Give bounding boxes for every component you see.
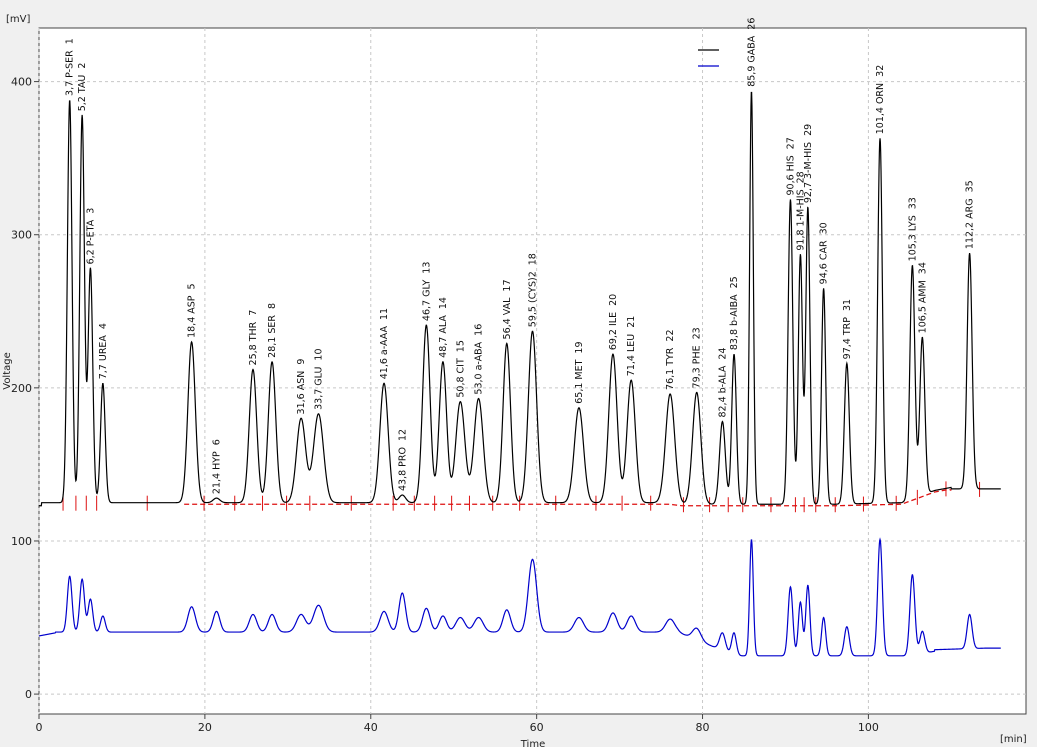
peak-label: 69,2 ILE20 (608, 294, 619, 350)
peak-label: 79,3 PHE23 (692, 327, 703, 388)
peak-label: 71,4 LEU21 (626, 316, 637, 377)
peak-label: 106,5 AMM34 (917, 262, 928, 333)
peak-label: 48,7 ALA14 (438, 297, 449, 358)
peak-label: 53,0 a-ABA16 (474, 324, 485, 395)
peak-label: 43,8 PRO12 (397, 429, 408, 491)
y-tick-label: 100 (11, 535, 32, 548)
peak-label: 83,8 b-AIBA25 (729, 276, 740, 350)
peak-label: 105,3 LYS33 (907, 197, 918, 261)
y-tick-label: 200 (11, 382, 32, 395)
peak-label: 76,1 TYR22 (665, 329, 676, 389)
peak-label: 112,2 ARG35 (965, 180, 976, 249)
peak-label: 82,4 b-ALA24 (717, 348, 728, 418)
y-tick-label: 300 (11, 229, 32, 242)
peak-label: 97,4 TRP31 (842, 299, 853, 359)
x-unit-label: [min] (1000, 734, 1027, 745)
x-tick-label: 40 (364, 721, 378, 734)
peak-label: 41,6 a-AAA11 (379, 308, 390, 379)
peak-label: 85,9 GABA26 (746, 18, 757, 87)
x-tick-label: 20 (198, 721, 212, 734)
peak-label: 65,1 MET19 (574, 341, 585, 403)
peak-label: 56,4 VAL17 (502, 279, 513, 339)
x-tick-label: 0 (36, 721, 43, 734)
y-tick-label: 400 (11, 76, 32, 89)
peak-label: 50,8 CIT15 (455, 340, 466, 398)
chromatogram-chart: 0 20 40 60 80 1000100200300400 3,7 P-SER15,2 … (0, 0, 1037, 747)
peak-label: 46,7 GLY13 (421, 262, 432, 321)
x-tick-label: 80 (696, 721, 710, 734)
y-axis-title: Voltage (2, 352, 13, 390)
peak-label: 59,5 (CYS)218 (528, 253, 539, 327)
peak-label: 33,7 GLU10 (314, 348, 325, 409)
peak-label: 94,6 CAR30 (819, 222, 830, 284)
x-axis-title: Time (520, 739, 545, 747)
peak-label: 90,6 HIS27 (785, 137, 796, 195)
peak-label: 92,7 3-M-HIS29 (803, 124, 814, 203)
x-tick-label: 100 (858, 721, 879, 734)
x-tick-label: 60 (530, 721, 544, 734)
y-tick-label: 0 (25, 688, 32, 701)
y-unit-label: [mV] (6, 14, 30, 25)
peak-label: 101,4 ORN32 (875, 65, 886, 135)
